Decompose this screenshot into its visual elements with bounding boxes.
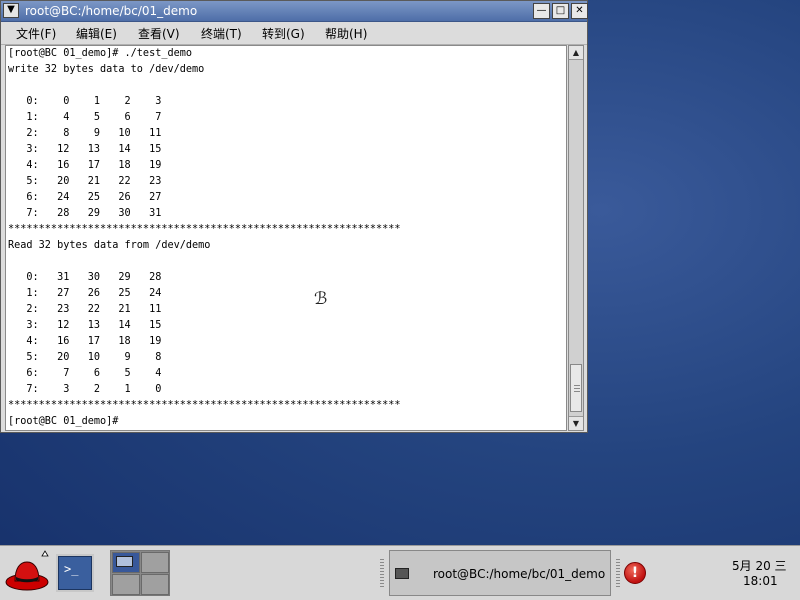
- close-button[interactable]: ✕: [571, 3, 588, 19]
- close-icon: ✕: [575, 5, 584, 16]
- terminal-line: 5: 20 21 22 23: [8, 176, 162, 187]
- workspace-switcher[interactable]: [110, 550, 170, 596]
- terminal-launcher[interactable]: >_: [56, 554, 94, 592]
- terminal-line: 4: 16 17 18 19: [8, 160, 162, 171]
- bottom-panel: >_ root@BC:/home/bc/01_demo ! 5月 20 三 18…: [0, 545, 800, 600]
- workspace-4[interactable]: [141, 574, 169, 595]
- terminal-icon: >_: [64, 562, 79, 576]
- minimize-icon: —: [536, 5, 547, 16]
- workspace-2[interactable]: [141, 552, 169, 573]
- menu-go[interactable]: 转到(G): [262, 25, 305, 42]
- chevron-down-icon: ▼: [7, 4, 15, 15]
- taskbar-item-label: root@BC:/home/bc/01_demo: [433, 567, 606, 581]
- terminal-line: ****************************************…: [8, 400, 401, 411]
- scroll-up-button[interactable]: ▲: [569, 46, 583, 60]
- redhat-menu-icon[interactable]: [4, 550, 50, 594]
- terminal-line: 3: 12 13 14 15: [8, 320, 162, 331]
- maximize-icon: □: [555, 5, 566, 16]
- terminal-output[interactable]: [root@BC 01_demo]# ./test_demo write 32 …: [5, 45, 567, 431]
- window-menu-button[interactable]: ▼: [3, 3, 19, 18]
- terminal-line: 0: 31 30 29 28: [8, 272, 162, 283]
- terminal-line: 1: 4 5 6 7: [8, 112, 162, 123]
- terminal-icon: [395, 568, 409, 579]
- update-alert-icon[interactable]: !: [624, 562, 646, 584]
- menu-bar: 文件(F) 编辑(E) 查看(V) 终端(T) 转到(G) 帮助(H): [1, 22, 587, 45]
- menu-edit[interactable]: 编辑(E): [76, 25, 117, 42]
- terminal-line: 0: 0 1 2 3: [8, 96, 162, 107]
- workspace-3[interactable]: [112, 574, 140, 595]
- terminal-line: Read 32 bytes data from /dev/demo: [8, 240, 211, 251]
- notification-handle[interactable]: [616, 559, 620, 587]
- terminal-line: 3: 12 13 14 15: [8, 144, 162, 155]
- window-title: root@BC:/home/bc/01_demo: [25, 4, 198, 18]
- clock-date[interactable]: 5月 20 三: [732, 557, 787, 574]
- menu-view[interactable]: 查看(V): [138, 25, 180, 42]
- scrollbar-thumb[interactable]: [570, 364, 582, 412]
- terminal-line: 7: 3 2 1 0: [8, 384, 162, 395]
- terminal-line: 6: 7 6 5 4: [8, 368, 162, 379]
- vertical-scrollbar[interactable]: ▲ ▼: [568, 45, 584, 431]
- terminal-line: write 32 bytes data to /dev/demo: [8, 64, 205, 75]
- terminal-line: 4: 16 17 18 19: [8, 336, 162, 347]
- scroll-down-button[interactable]: ▼: [569, 416, 583, 430]
- maximize-button[interactable]: □: [552, 3, 569, 19]
- workspace-1[interactable]: [112, 552, 140, 573]
- workspace-window-thumbnail: [116, 556, 133, 567]
- terminal-line: ****************************************…: [8, 224, 401, 235]
- terminal-window: ▼ root@BC:/home/bc/01_demo — □ ✕ 文件(F) 编…: [0, 0, 588, 433]
- terminal-prompt: [root@BC 01_demo]#: [8, 416, 119, 427]
- title-bar[interactable]: ▼ root@BC:/home/bc/01_demo — □ ✕: [1, 1, 588, 22]
- terminal-line: [root@BC 01_demo]# ./test_demo: [8, 48, 193, 59]
- clock-time[interactable]: 18:01: [743, 574, 778, 588]
- taskbar-item[interactable]: root@BC:/home/bc/01_demo: [389, 550, 611, 596]
- terminal-line: 6: 24 25 26 27: [8, 192, 162, 203]
- tasklist-handle[interactable]: [380, 559, 384, 587]
- terminal-line: 5: 20 10 9 8: [8, 352, 162, 363]
- terminal-line: 2: 8 9 10 11: [8, 128, 162, 139]
- minimize-button[interactable]: —: [533, 3, 550, 19]
- menu-help[interactable]: 帮助(H): [325, 25, 367, 42]
- terminal-line: 7: 28 29 30 31: [8, 208, 162, 219]
- menu-file[interactable]: 文件(F): [16, 25, 56, 42]
- terminal-line: 1: 27 26 25 24: [8, 288, 162, 299]
- text-cursor-icon: ℬ: [314, 289, 328, 309]
- menu-terminal[interactable]: 终端(T): [201, 25, 242, 42]
- terminal-line: 2: 23 22 21 11: [8, 304, 162, 315]
